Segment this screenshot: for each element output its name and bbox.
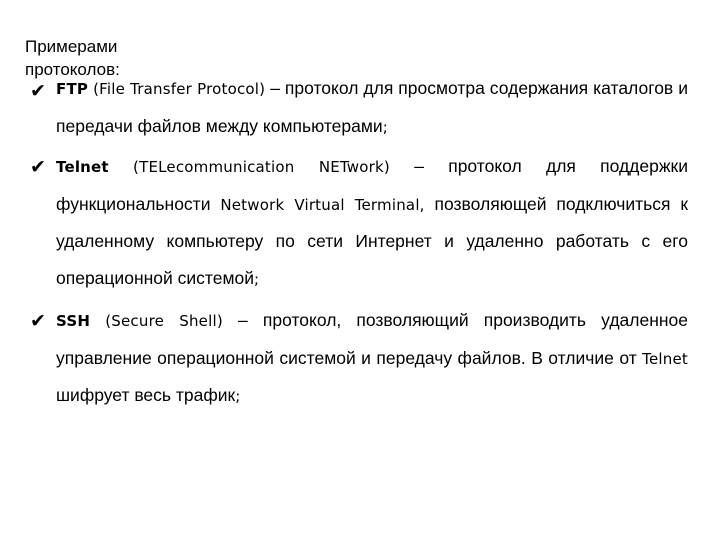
- dash: –: [238, 310, 248, 330]
- protocol-expansion: (TELecommunication NETwork): [133, 158, 390, 176]
- protocol-term: FTP: [56, 80, 89, 98]
- punctuation: ;: [254, 269, 260, 288]
- dash: –: [270, 78, 280, 98]
- check-mark-icon: ✔: [30, 80, 46, 102]
- description-text: шифрует весь трафик: [56, 385, 236, 405]
- protocol-description: SSH (Secure Shell) – протокол, позволяющ…: [56, 302, 688, 415]
- punctuation: ;: [235, 387, 241, 405]
- protocol-description: Telnet (TELecommunication NETwork) – про…: [56, 148, 688, 297]
- protocol-description: FTP (File Transfer Protocol) – протокол …: [56, 70, 688, 145]
- punctuation: ;: [382, 117, 388, 136]
- protocol-expansion: (Secure Shell): [105, 312, 223, 330]
- protocol-term: SSH: [56, 312, 91, 330]
- check-mark-icon: ✔: [30, 156, 46, 178]
- latin-term: Network Virtual Terminal,: [220, 195, 425, 214]
- protocol-expansion: (File Transfer Protocol): [93, 80, 266, 98]
- protocol-term: Telnet: [56, 158, 109, 176]
- check-mark-icon: ✔: [30, 310, 46, 332]
- dash: –: [414, 156, 424, 176]
- latin-term: Telnet: [642, 349, 688, 368]
